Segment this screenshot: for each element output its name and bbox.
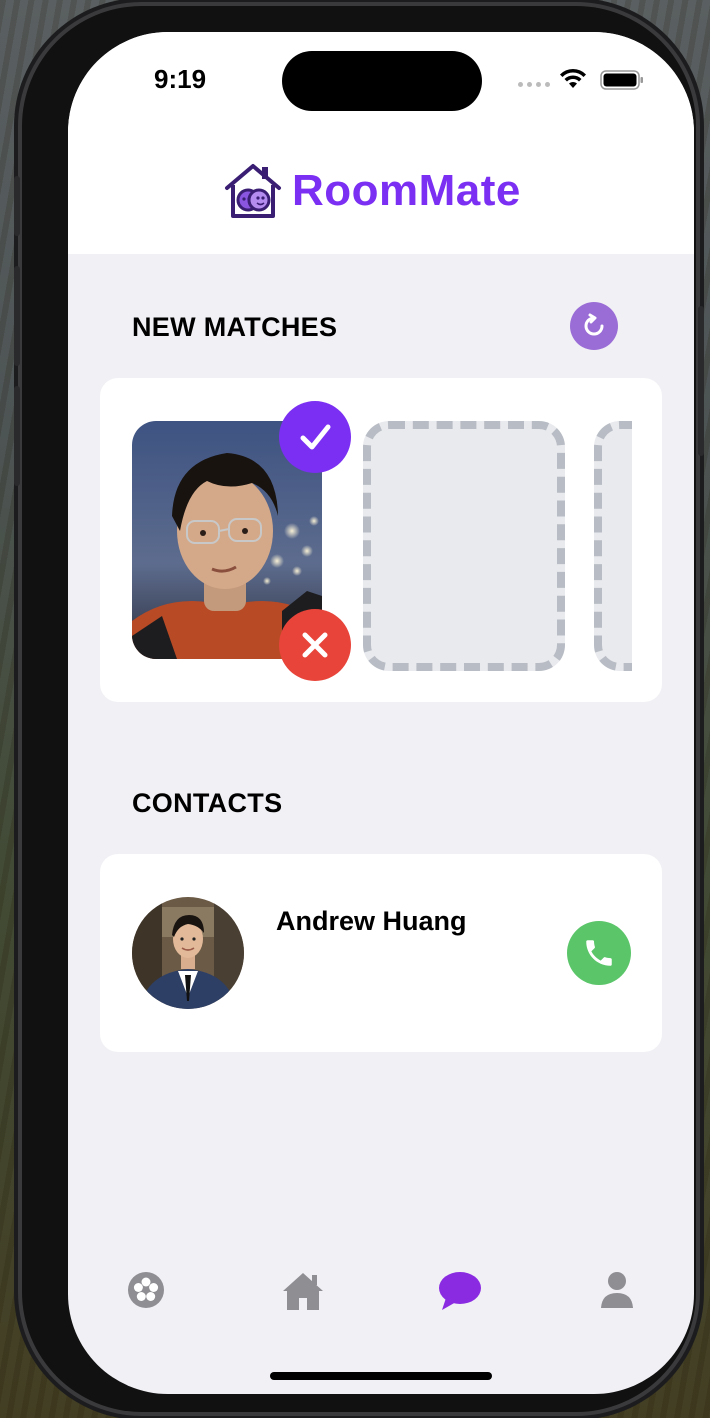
volume-down-button xyxy=(14,386,20,486)
call-button[interactable] xyxy=(567,921,631,985)
home-indicator[interactable] xyxy=(270,1372,492,1380)
refresh-button[interactable] xyxy=(570,302,618,350)
home-icon xyxy=(283,1273,323,1310)
wifi-icon xyxy=(560,68,586,88)
flower-icon xyxy=(128,1272,164,1308)
chat-bubble-icon xyxy=(439,1272,481,1310)
phone-frame: 9:19 RoomMate NEW MATCHES CONTACTS Andre… xyxy=(14,6,704,1412)
contact-name: Andrew Huang xyxy=(276,906,467,936)
app-screen: 9:19 RoomMate NEW MATCHES CONTACTS Andre… xyxy=(68,32,694,1394)
action-button xyxy=(14,176,20,236)
dynamic-island xyxy=(282,51,482,111)
contacts-title: CONTACTS xyxy=(132,788,283,818)
new-matches-title: NEW MATCHES xyxy=(132,312,338,342)
reject-match-button[interactable] xyxy=(279,609,351,681)
tab-discover[interactable] xyxy=(126,1270,166,1315)
app-name: RoomMate xyxy=(292,166,521,215)
refresh-icon xyxy=(584,313,604,336)
phone-icon xyxy=(586,940,612,966)
cellular-signal-icon xyxy=(518,82,550,87)
accept-match-button[interactable] xyxy=(279,401,351,473)
tab-home[interactable] xyxy=(280,1270,326,1317)
house-faces-icon xyxy=(225,164,281,218)
checkmark-icon xyxy=(300,424,331,450)
avatar xyxy=(132,897,244,1009)
close-icon xyxy=(302,632,328,658)
power-button xyxy=(698,306,704,456)
tab-chat[interactable] xyxy=(438,1270,482,1317)
empty-match-slot-partial xyxy=(594,421,632,671)
status-time: 9:19 xyxy=(154,64,207,94)
volume-up-button xyxy=(14,266,20,366)
tab-profile[interactable] xyxy=(600,1270,634,1315)
empty-match-slot xyxy=(363,421,565,671)
person-icon xyxy=(601,1272,633,1308)
battery-icon xyxy=(600,70,643,90)
